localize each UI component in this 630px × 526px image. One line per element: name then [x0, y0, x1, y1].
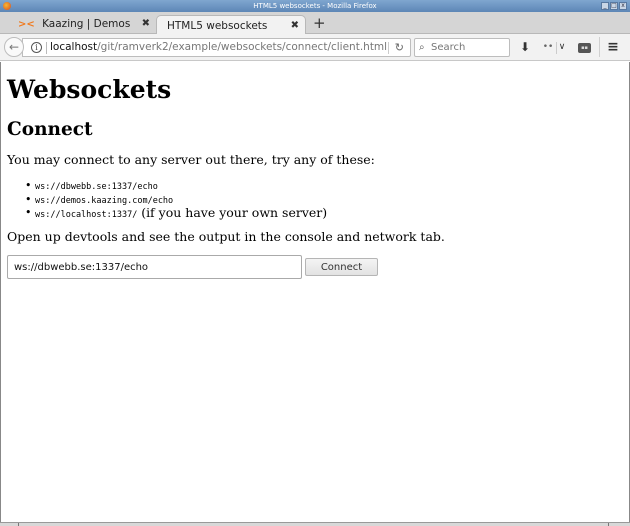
new-tab-button[interactable]: + [313, 13, 326, 33]
chevron-down-icon[interactable]: ∨ [557, 38, 567, 57]
url-text[interactable]: localhost/git/ramverk2/example/websocket… [50, 39, 387, 56]
minimize-button[interactable]: _ [601, 2, 609, 10]
maximize-button[interactable]: □ [610, 2, 618, 10]
page-content: Websockets Connect You may connect to an… [0, 62, 630, 522]
address-bar[interactable]: i localhost/git/ramverk2/example/websock… [22, 38, 411, 57]
server-url: ws://demos.kaazing.com/echo [35, 195, 174, 206]
hamburger-menu-icon[interactable]: ≡ [606, 38, 620, 57]
url-host: localhost [50, 41, 98, 53]
section-title: Connect [7, 119, 93, 140]
reload-icon[interactable]: ↻ [395, 39, 404, 56]
close-tab-icon[interactable]: ✖ [291, 16, 299, 36]
search-icon: ⌕ [419, 42, 425, 53]
divider [388, 42, 389, 54]
window-controls: _ □ x [601, 2, 627, 10]
divider [46, 42, 47, 54]
navigation-toolbar: i localhost/git/ramverk2/example/websock… [0, 34, 630, 61]
window-title: HTML5 websockets - Mozilla Firefox [253, 2, 377, 10]
back-arrow-icon: ← [8, 40, 20, 54]
connect-button[interactable]: Connect [305, 258, 378, 276]
tab-kaazing-demos[interactable]: >< Kaazing | Demos ✖ [4, 14, 156, 34]
server-url: ws://localhost:1337/ [35, 210, 138, 220]
download-icon[interactable]: ⬇ [518, 38, 532, 57]
search-box[interactable]: ⌕ [414, 38, 510, 57]
kaazing-logo-icon: >< [18, 19, 35, 30]
tab-html5-websockets[interactable]: HTML5 websockets ✖ [156, 15, 306, 35]
divider [599, 37, 600, 57]
page-title: Websockets [7, 75, 172, 104]
list-item: ws://localhost:1337/ (if you have your o… [25, 206, 327, 220]
list-item: ws://dbwebb.se:1337/echo [25, 179, 327, 193]
tab-label: Kaazing | Demos [42, 18, 131, 30]
devtools-icon[interactable]: ▪▪ [578, 43, 591, 53]
list-item: ws://demos.kaazing.com/echo [25, 193, 327, 207]
devtools-hint: Open up devtools and see the output in t… [7, 229, 445, 244]
bottom-status-strip [0, 522, 630, 526]
intro-text: You may connect to any server out there,… [7, 152, 375, 167]
search-input[interactable] [431, 40, 507, 55]
close-window-button[interactable]: x [619, 2, 627, 10]
site-info-icon[interactable]: i [31, 42, 42, 53]
server-list: ws://dbwebb.se:1337/echo ws://demos.kaaz… [25, 179, 327, 220]
window-titlebar: HTML5 websockets - Mozilla Firefox _ □ x [0, 0, 630, 12]
extension-icon[interactable]: •• [542, 38, 554, 57]
tab-label: HTML5 websockets [167, 20, 268, 32]
websocket-url-input[interactable] [7, 255, 302, 279]
url-path: /git/ramverk2/example/websockets/connect… [97, 41, 388, 53]
server-note: (if you have your own server) [141, 205, 328, 220]
close-tab-icon[interactable]: ✖ [142, 14, 150, 34]
back-button[interactable]: ← [4, 37, 24, 57]
server-url: ws://dbwebb.se:1337/echo [35, 182, 158, 192]
firefox-logo-icon [3, 2, 11, 10]
